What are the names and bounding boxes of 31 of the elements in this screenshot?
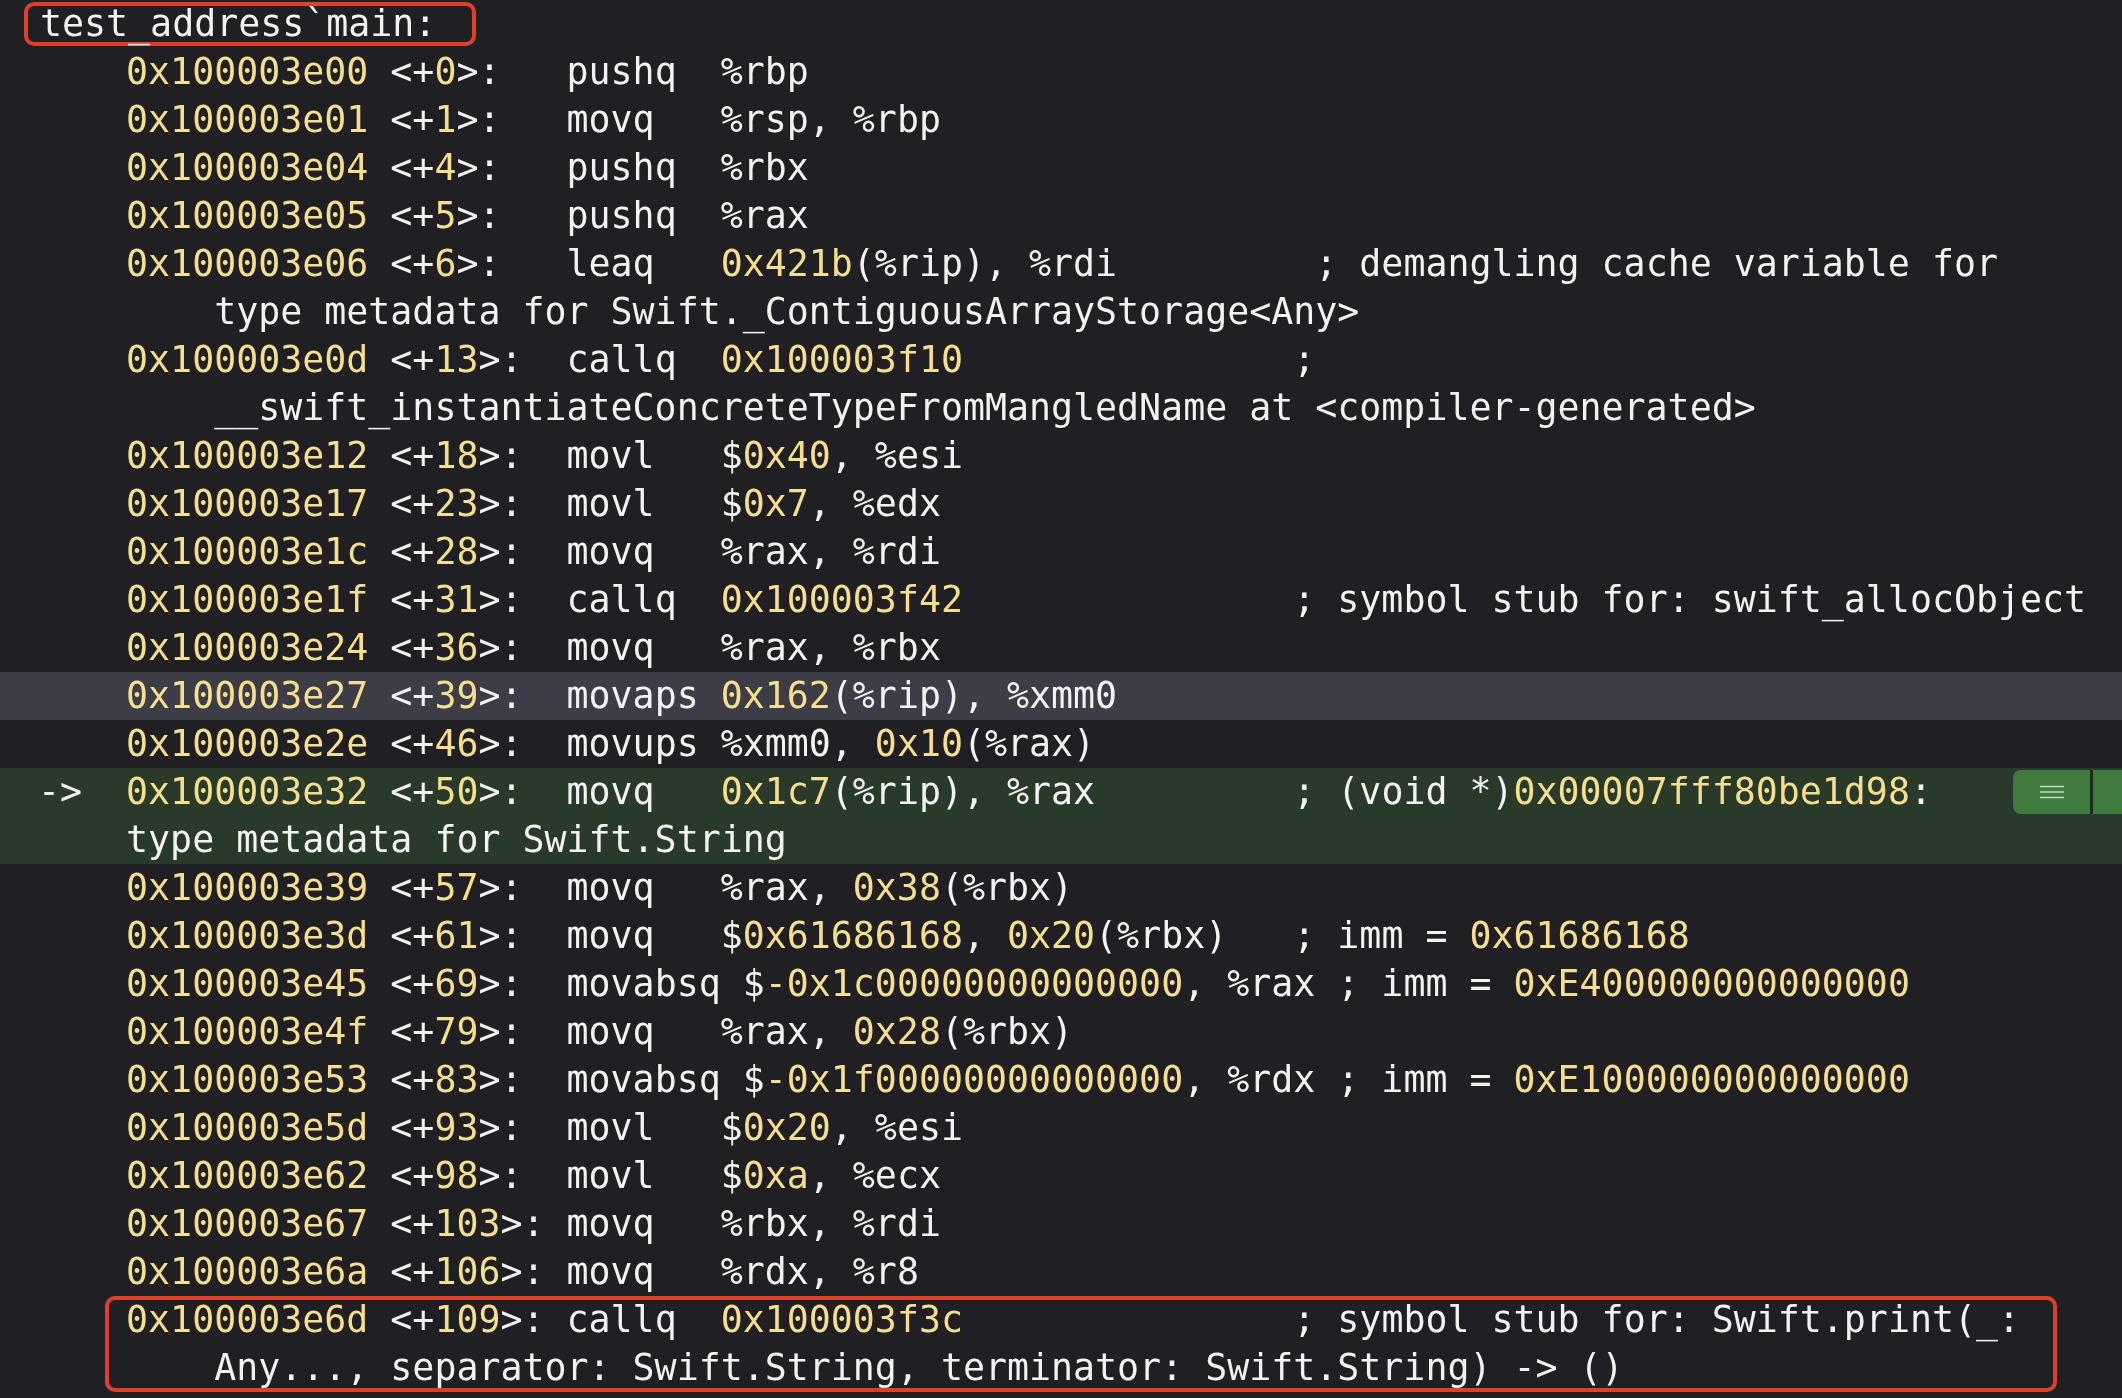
code-line: 0x100003e6a <+106>: movq %rdx, %r8 <box>126 1249 919 1295</box>
code-line: type metadata for Swift.String <box>126 817 787 863</box>
code-line: 0x100003e27 <+39>: movaps 0x162(%rip), %xmm0 <box>126 673 1118 719</box>
variables-button[interactable] <box>2013 770 2122 814</box>
code-line: 0x100003e53 <+83>: movabsq $-0x1f00000000000000, %rdx ; imm = 0xE100000000000000 <box>126 1057 1910 1103</box>
code-line: 0x100003e12 <+18>: movl $0x40, %esi <box>126 433 963 479</box>
code-line: 0x100003e01 <+1>: movq %rsp, %rbp <box>126 97 941 143</box>
code-line: 0x100003e67 <+103>: movq %rbx, %rdi <box>126 1201 941 1247</box>
code-line: 0x100003e2e <+46>: movups %xmm0, 0x10(%rax) <box>126 721 1096 767</box>
code-line: 0x100003e39 <+57>: movq %rax, 0x38(%rbx) <box>126 865 1074 911</box>
code-line: 0x100003e4f <+79>: movq %rax, 0x28(%rbx) <box>126 1009 1074 1055</box>
code-line: 0x100003e05 <+5>: pushq %rax <box>126 193 809 239</box>
code-line: 0x100003e3d <+61>: movq $0x61686168, 0x20(%rbx) ; imm = 0x61686168 <box>126 913 1690 959</box>
code-line: 0x100003e62 <+98>: movl $0xa, %ecx <box>126 1153 941 1199</box>
code-line: 0x100003e32 <+50>: movq 0x1c7(%rip), %rax ; (void *)0x00007fff80be1d98: <box>126 769 1932 815</box>
code-line: 0x100003e17 <+23>: movl $0x7, %edx <box>126 481 941 527</box>
code-line: 0x100003e1c <+28>: movq %rax, %rdi <box>126 529 941 575</box>
code-line: 0x100003e24 <+36>: movq %rax, %rbx <box>126 625 941 671</box>
code-line: Any..., separator: Swift.String, terminator: Swift.String) -> () <box>214 1345 1624 1391</box>
code-line: 0x100003e04 <+4>: pushq %rbx <box>126 145 809 191</box>
code-line: 0x100003e06 <+6>: leaq 0x421b(%rip), %rdi ; demangling cache variable for <box>126 241 1998 287</box>
current-line-arrow: -> <box>38 770 83 813</box>
code-line: __swift_instantiateConcreteTypeFromMangledName at <compiler-generated> <box>214 385 1756 432</box>
code-line: 0x100003e6d <+109>: callq 0x100003f3c ; symbol stub for: Swift.print(_: <box>126 1297 2021 1344</box>
code-line: 0x100003e45 <+69>: movabsq $-0x1c00000000000000, %rax ; imm = 0xE400000000000000 <box>126 961 1910 1007</box>
code-line: 0x100003e1f <+31>: callq 0x100003f42 ; symbol stub for: swift_allocObject <box>126 577 2087 624</box>
code-line: 0x100003e0d <+13>: callq 0x100003f10 ; <box>126 337 1316 383</box>
code-line: 0x100003e00 <+0>: pushq %rbp <box>126 49 809 95</box>
code-line: type metadata for Swift._ContiguousArrayStorage<Any> <box>214 289 1360 336</box>
code-line: 0x100003e5d <+93>: movl $0x20, %esi <box>126 1105 963 1151</box>
menu-icon <box>2038 785 2065 799</box>
